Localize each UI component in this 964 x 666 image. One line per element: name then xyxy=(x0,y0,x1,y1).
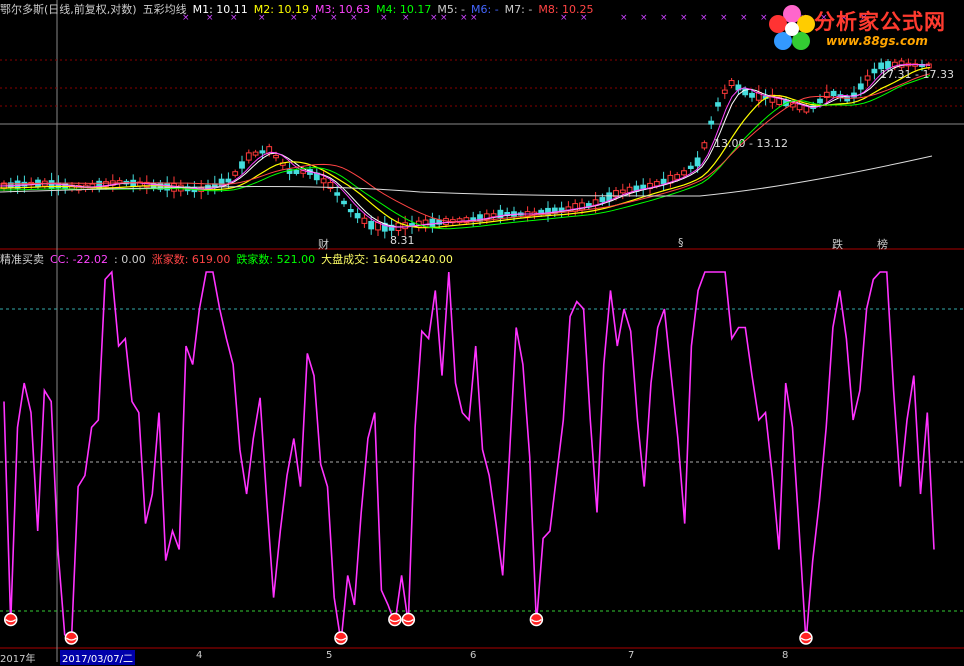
ma-line-m3 xyxy=(0,63,931,228)
candle-body xyxy=(619,189,626,194)
main-header: 鄂尔多斯(日线,前复权,对数) 五彩均线 M1: 10.11 M2: 10.19 M3:… xyxy=(0,3,606,17)
event-marker-die[interactable]: 跌 xyxy=(830,236,845,252)
candle-body xyxy=(864,75,871,81)
ma-label-6: M6: - xyxy=(471,3,499,16)
x-marker: × xyxy=(720,13,728,23)
mid-price-label: 13.00 - 13.12 xyxy=(714,137,788,150)
x-marker: × xyxy=(640,13,648,23)
event-marker-cai[interactable]: 财 xyxy=(316,236,331,252)
ma-line-m2 xyxy=(0,66,931,229)
candle-body xyxy=(341,200,347,205)
month-tick-label: 7 xyxy=(628,650,635,661)
candle-body xyxy=(701,142,708,149)
candle-body xyxy=(354,213,361,219)
candle-body xyxy=(252,151,259,156)
chart-svg[interactable]: ×××××××××××××××××××××××××××× xyxy=(0,0,964,662)
candle-body xyxy=(660,178,667,185)
low-price-label: 8.31 xyxy=(390,234,415,247)
candle-body xyxy=(687,165,694,170)
ma-label-3: M3: 10.63 xyxy=(314,3,371,16)
down-count: 跌家数: 521.00 xyxy=(236,253,316,266)
axis-cursor-date: 2017/03/07/二 xyxy=(60,650,136,665)
axis-start-label: 2017年 xyxy=(0,654,36,665)
candle-body xyxy=(715,102,721,107)
x-marker: × xyxy=(620,13,628,23)
ma-label-2: M2: 10.19 xyxy=(253,3,309,16)
logo-title: 分析家公式网 xyxy=(814,10,946,34)
candle-body xyxy=(857,83,864,90)
candle-body xyxy=(871,68,878,74)
cc-indicator-line xyxy=(3,270,935,644)
ma-label-1: M1: 10.11 xyxy=(192,3,248,16)
flower-icon xyxy=(769,5,815,50)
up-count: 涨家数: 619.00 xyxy=(151,253,231,266)
ma-label-4: M4: 10.17 xyxy=(376,3,432,16)
candle-body xyxy=(721,89,728,94)
x-marker: × xyxy=(660,13,668,23)
cc-value: CC: -22.02 xyxy=(50,253,109,266)
candle-body xyxy=(681,170,687,176)
logo-url: www.88gs.com xyxy=(826,34,928,48)
candle-body xyxy=(273,154,279,159)
candle-body xyxy=(361,217,368,224)
candle-body xyxy=(844,96,851,102)
candle-body xyxy=(443,218,449,226)
sub-header: 精准买卖 CC: -22.02 : 0.00 涨家数: 619.00 跌家数: 521.… xyxy=(0,253,459,267)
high-price-label: 17.31 - 17.33 xyxy=(880,68,954,81)
candle-body xyxy=(259,150,266,154)
candle-body xyxy=(429,218,436,227)
candle-body xyxy=(749,92,755,98)
event-marker-bang[interactable]: 榜 xyxy=(875,236,890,252)
ma-line-m8 xyxy=(0,73,931,223)
candle-body xyxy=(225,178,232,183)
event-marker-section[interactable]: § xyxy=(676,236,686,249)
month-tick-label: 8 xyxy=(782,650,789,661)
candle-body xyxy=(599,197,606,203)
site-logo: 分析家公式网 www.88gs.com xyxy=(766,2,962,54)
chart-stage: ×××××××××××××××××××××××××××× 鄂尔多斯(日线,前复权… xyxy=(0,0,964,665)
ma-label-5: M5: - xyxy=(437,3,465,16)
candle-body xyxy=(347,209,354,213)
ma-label-7: M7: - xyxy=(504,3,533,16)
candle-body xyxy=(728,80,735,87)
candle-body xyxy=(334,192,341,196)
candle-body xyxy=(293,170,300,174)
x-marker: × xyxy=(740,13,748,23)
x-marker: × xyxy=(680,13,688,23)
month-tick-label: 4 xyxy=(196,650,203,661)
candle-body xyxy=(708,120,715,125)
ma-label-8: M8: 10.25 xyxy=(538,3,594,16)
stock-title: 鄂尔多斯(日线,前复权,对数) xyxy=(0,3,137,16)
candle-body xyxy=(245,152,252,161)
candle-body xyxy=(817,98,823,104)
candle-body xyxy=(320,178,327,184)
market-volume: 大盘成交: 164064240.00 xyxy=(321,253,453,266)
candle-body xyxy=(239,161,245,169)
candle-body xyxy=(674,174,681,180)
sub-indicator-name: 精准买卖 xyxy=(0,253,44,266)
candle-body xyxy=(830,90,837,96)
x-marker: × xyxy=(700,13,708,23)
zero-value: : 0.00 xyxy=(114,253,146,266)
candle-body xyxy=(232,171,239,176)
candle-body xyxy=(368,220,375,230)
month-tick-label: 6 xyxy=(470,650,477,661)
candle-body xyxy=(694,157,701,167)
month-tick-label: 5 xyxy=(326,650,333,661)
ma-line-m1 xyxy=(0,64,931,228)
indicator-name: 五彩均线 xyxy=(142,3,187,16)
